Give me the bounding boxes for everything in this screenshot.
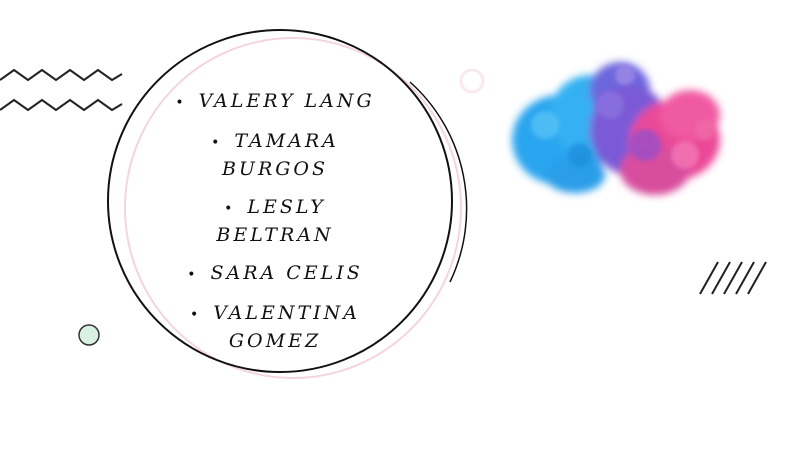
diagonal-slashes-icon	[699, 261, 767, 295]
list-item: • VALENTINA GOMEZ	[189, 302, 361, 352]
name-text: TAMARA BURGOS	[221, 130, 339, 180]
list-item: • VALERY LANG	[175, 90, 375, 112]
mint-dot-icon	[78, 324, 100, 346]
list-item: • LESLY BELTRAN	[216, 196, 334, 246]
name-text: SARA CELIS	[210, 262, 363, 284]
list-item: • TAMARA BURGOS	[211, 130, 339, 180]
name-text: VALENTINA GOMEZ	[213, 302, 361, 352]
ink-cloud-image	[512, 62, 720, 195]
name-text: VALERY LANG	[198, 90, 375, 112]
names-list: • VALERY LANG • TAMARA BURGOS • LESLY BELTR…	[150, 88, 400, 366]
list-item: • SARA CELIS	[187, 262, 363, 284]
